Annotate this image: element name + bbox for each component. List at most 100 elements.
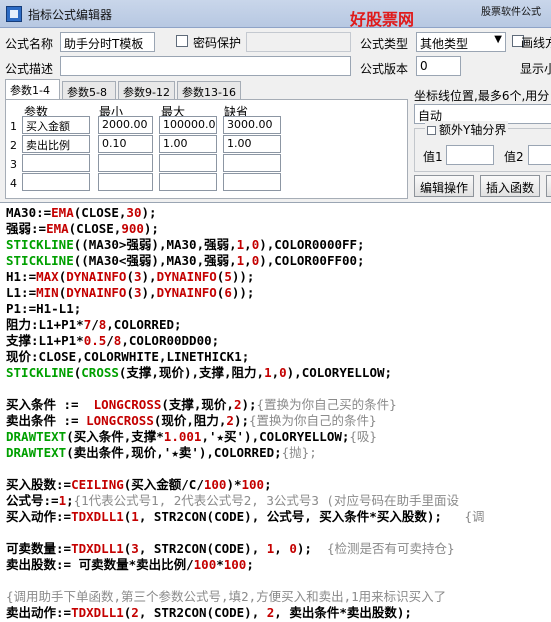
group-radio-icon[interactable]: [427, 126, 436, 135]
param-default-cell[interactable]: 1.00: [223, 135, 281, 153]
code-line: 买入股数:=CEILING(买入金额/C/100)*100;: [6, 477, 272, 493]
code-token: (买入金额/C/: [123, 477, 204, 492]
code-token: );: [143, 221, 159, 236]
code-token: , STR2CON(CODE),: [138, 541, 267, 556]
code-token: , 卖出条件*卖出股数);: [274, 605, 412, 620]
code-token: (CLOSE,: [68, 221, 122, 236]
code-token: {1代表公式号1, 2代表公式号2, 3公式号3 (对应号码在助手里面设: [73, 493, 459, 508]
code-token: ;: [246, 557, 254, 572]
param-min-cell[interactable]: 0.10: [98, 135, 153, 153]
code-token: {调: [441, 509, 485, 524]
code-line: L1:=MIN(DYNAINFO(3),DYNAINFO(6));: [6, 285, 254, 301]
code-token: 900: [121, 221, 144, 236]
code-token: *: [216, 557, 224, 572]
tab-params-5-8[interactable]: 参数5-8: [62, 81, 116, 99]
code-token: ,COLOR00DD00;: [121, 333, 220, 348]
formula-type-label: 公式类型: [360, 37, 409, 51]
tab-params-13-16[interactable]: 参数13-16: [177, 81, 241, 99]
code-token: STICKLINE: [6, 365, 74, 380]
formula-code-editor[interactable]: MA30:=EMA(CLOSE,30); 强弱:=EMA(CLOSE,900); S…: [0, 202, 551, 622]
code-token: {置换为你自己的条件}: [249, 413, 377, 428]
more-button[interactable]: [546, 175, 551, 197]
code-token: )*: [226, 477, 242, 492]
code-token: ));: [231, 285, 255, 300]
param-name-cell[interactable]: 卖出比例: [22, 135, 90, 153]
code-line: 卖出动作:=TDXDLL1(2, STR2CON(CODE), 2, 卖出条件*…: [6, 605, 412, 621]
code-token: MIN: [36, 285, 59, 300]
param-min-cell[interactable]: [98, 173, 153, 191]
code-token: STICKLINE: [6, 237, 74, 252]
code-token: );: [233, 413, 250, 428]
code-token: LONGCROSS: [86, 413, 154, 428]
code-token: 1.001: [163, 429, 202, 444]
title-bar: 指标公式编辑器 股票软件公式 好股票网Goodgupiao.com: [0, 0, 551, 49]
param-max-cell[interactable]: 100000.00: [159, 116, 217, 134]
extra-y-axis-label: 额外Y轴分界: [439, 123, 507, 137]
code-token: 支撑:L1+P1*: [6, 333, 84, 348]
code-token: 卖出股数:= 可卖数量*卖出比例/: [6, 557, 194, 572]
edit-operations-button[interactable]: 编辑操作: [414, 175, 474, 197]
code-token: 1: [264, 365, 272, 380]
param-default-cell[interactable]: [223, 154, 281, 172]
param-default-cell[interactable]: 3000.00: [223, 116, 281, 134]
param-row-num: 4: [10, 177, 17, 190]
code-token: 100: [241, 477, 265, 492]
code-line: 阻力:L1+P1*7/8,COLORRED;: [6, 317, 182, 333]
code-token: , STR2CON(CODE),: [138, 605, 267, 620]
value1-input[interactable]: [446, 145, 494, 165]
code-line: STICKLINE(CROSS(支撑,现价),支撑,阻力,1,0),COLORY…: [6, 365, 392, 381]
code-token: 100: [193, 557, 217, 572]
code-line: H1:=MAX(DYNAINFO(3),DYNAINFO(5));: [6, 269, 254, 285]
code-token: /: [106, 333, 114, 348]
code-token: ;: [264, 477, 272, 492]
code-token: (支撑,现价),支撑,阻力,: [118, 365, 265, 380]
param-max-cell[interactable]: [159, 154, 217, 172]
code-token: 买入条件 :=: [6, 397, 94, 412]
code-token: MAX: [36, 269, 59, 284]
code-token: 0.5: [83, 333, 107, 348]
tab-params-1-4[interactable]: 参数1-4: [5, 79, 60, 99]
chevron-down-icon: ▼: [494, 34, 502, 45]
code-token: );: [296, 541, 320, 556]
param-min-cell[interactable]: 2000.00: [98, 116, 153, 134]
param-name-cell[interactable]: [22, 173, 90, 191]
param-max-cell[interactable]: [159, 173, 217, 191]
param-max-cell[interactable]: 1.00: [159, 135, 217, 153]
formula-name-input[interactable]: 助手分时T模板: [60, 32, 155, 52]
tab-params-9-12[interactable]: 参数9-12: [118, 81, 175, 99]
insert-function-button[interactable]: 插入函数: [480, 175, 540, 197]
code-token: DYNAINFO: [66, 285, 127, 300]
code-token: 可卖数量:=: [6, 541, 72, 556]
param-name-cell[interactable]: 买入金额: [22, 116, 90, 134]
code-token: ,: [271, 365, 280, 380]
param-min-cell[interactable]: [98, 154, 153, 172]
code-token: 卖出条件 :=: [6, 413, 87, 428]
param-default-cell[interactable]: [223, 173, 281, 191]
code-line: {调用助手下单函数,第三个参数公式号,填2,方便买入和卖出,1用来标识买入了: [6, 589, 446, 605]
code-token: ;: [66, 493, 74, 508]
code-token: ,: [244, 237, 252, 252]
formula-description-input[interactable]: [60, 56, 351, 76]
code-token: (支撑,现价,: [161, 397, 234, 412]
code-token: EMA: [51, 205, 74, 220]
code-token: 2: [226, 413, 234, 428]
code-token: DYNAINFO: [66, 269, 127, 284]
code-token: LONGCROSS: [93, 397, 162, 412]
password-protect-label: 密码保护: [193, 36, 242, 50]
password-protect-checkbox[interactable]: [176, 35, 188, 47]
code-token: );: [241, 397, 257, 412]
code-token: 买入股数:=: [6, 477, 72, 492]
value2-input[interactable]: [528, 145, 551, 165]
formula-version-input[interactable]: 0: [416, 56, 461, 76]
code-token: );: [141, 205, 157, 220]
code-line: 强弱:=EMA(CLOSE,900);: [6, 221, 159, 237]
param-name-cell[interactable]: [22, 154, 90, 172]
password-input[interactable]: [246, 32, 351, 52]
code-token: H1:=: [6, 269, 37, 284]
code-token: L1:=: [6, 285, 37, 300]
code-token: 2: [131, 605, 139, 620]
value2-label: 值2: [504, 150, 524, 164]
formula-type-select[interactable]: 其他类型 ▼: [416, 32, 506, 52]
code-line: P1:=H1-L1;: [6, 301, 81, 317]
formula-type-value: 其他类型: [420, 37, 469, 51]
